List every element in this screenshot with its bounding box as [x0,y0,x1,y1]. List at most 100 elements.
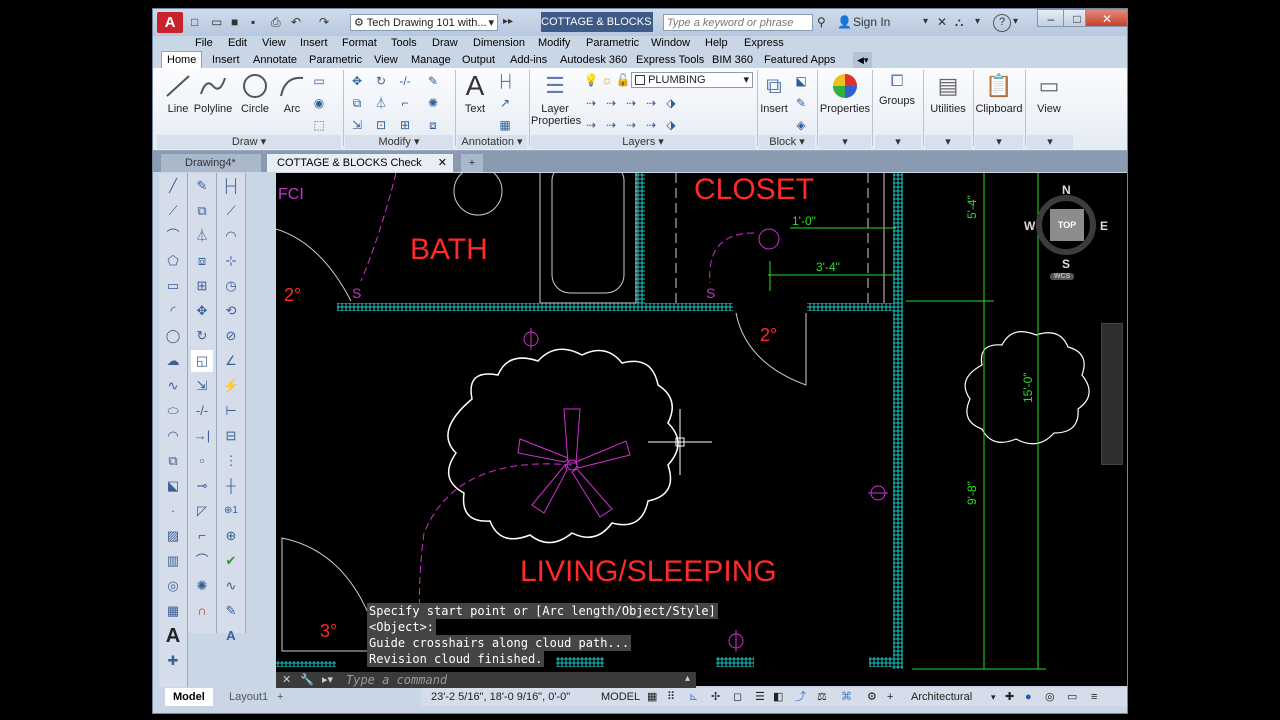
revcloud-tool-icon[interactable]: ☁ [162,350,184,372]
layer-properties-button[interactable]: ☰ Layer Properties [531,72,581,127]
utilities-panel-dropdown[interactable]: ▾ [925,135,971,149]
tolerance-tool-icon[interactable]: ⊕1 [220,500,242,522]
quick-properties-icon[interactable]: ✚ [1005,688,1014,706]
angular-dim-tool-icon[interactable]: ∠ [220,350,242,372]
navigation-bar[interactable] [1101,323,1123,465]
explode-icon[interactable]: ✺ [425,96,441,110]
offset-icon[interactable]: ⧈ [425,118,441,132]
tab-layout1[interactable]: Layout1 [223,688,274,706]
layer-tool-icon[interactable]: ⬗ [663,96,679,110]
groups-panel-dropdown[interactable]: ▾ [875,135,921,149]
line-button[interactable]: Line [161,72,195,115]
circle-tool-icon[interactable]: ◯ [162,325,184,347]
extend-tool-icon[interactable]: →| [191,425,213,447]
chamfer-tool-icon[interactable]: ◸ [191,500,213,522]
tab-model[interactable]: Model [165,688,213,706]
rectangle-tool-icon[interactable]: ▭ [162,275,184,297]
ellipse-tool-icon[interactable]: ⬭ [162,400,184,422]
hatch-icon[interactable]: ◉ [311,96,327,110]
layer-freeze-icon[interactable]: ☼ [599,73,615,87]
menu-window[interactable]: Window [651,36,690,51]
menu-dimension[interactable]: Dimension [473,36,525,51]
ordinate-tool-icon[interactable]: ⊹ [220,250,242,272]
viewcube-top-face[interactable]: TOP [1050,209,1084,241]
baseline-dim-tool-icon[interactable]: ⊢ [220,400,242,422]
polygon-tool-icon[interactable]: ⬠ [162,250,184,272]
xline-tool-icon[interactable]: ⟋ [162,200,184,222]
diameter-dim-tool-icon[interactable]: ⊘ [220,325,242,347]
insert-block-button[interactable]: ⧉ Insert [759,72,789,115]
customize-icon[interactable]: 🔧 [300,673,314,686]
magnet-tool-icon[interactable]: ∩ [191,600,213,622]
block-attr-icon[interactable]: ◈ [793,118,809,132]
line-tool-icon[interactable]: ╱ [162,175,184,197]
tab-manage[interactable]: Manage [411,52,451,68]
clean-screen-icon[interactable]: ▭ [1067,688,1077,706]
array-tool-icon[interactable]: ⊞ [191,275,213,297]
undo-icon[interactable]: ↶ [291,14,301,30]
draw-panel-label[interactable]: Draw ▾ [157,135,341,149]
layers-panel-label[interactable]: Layers ▾ [531,135,755,149]
close-command-icon[interactable]: ✕ [282,673,291,686]
menu-file[interactable]: File [195,36,213,51]
inspect-tool-icon[interactable]: ✔ [220,550,242,572]
layer-tool-icon[interactable]: ⇢ [583,96,599,110]
osnap-icon[interactable]: ◻ [733,688,742,706]
coordinates-readout[interactable]: 23'-2 5/16", 18'-0 9/16", 0'-0" [431,688,570,706]
layer-tool-icon[interactable]: ⇢ [603,96,619,110]
menu-edit[interactable]: Edit [228,36,247,51]
exchange-icon[interactable]: ✕ [937,14,947,30]
region-tool-icon[interactable]: ◎ [162,575,184,597]
menu-help[interactable]: Help [705,36,728,51]
add-selected-tool-icon[interactable]: ✚ [162,650,184,672]
menu-tools[interactable]: Tools [391,36,417,51]
annotation-visibility-icon[interactable]: ⌘ [841,688,852,706]
polyline-button[interactable]: Polyline [193,72,233,115]
erase-tool-icon[interactable]: ✎ [191,175,213,197]
add-layout-button[interactable]: + [277,688,283,706]
save-as-icon[interactable]: ▪ [251,14,255,30]
chevron-down-icon[interactable]: ▾ [991,688,996,706]
view-panel-dropdown[interactable]: ▾ [1027,135,1073,149]
new-tab-button[interactable]: + [461,154,483,172]
tab-output[interactable]: Output [462,52,495,68]
tab-view[interactable]: View [374,52,398,68]
new-icon[interactable]: □ [191,14,198,30]
center-mark-tool-icon[interactable]: ⊕ [220,525,242,547]
mtext-tool-icon[interactable]: A [162,625,184,647]
layer-tool-icon[interactable]: ⇢ [623,118,639,132]
menu-insert[interactable]: Insert [300,36,328,51]
dim-edit-tool-icon[interactable]: ✎ [220,600,242,622]
menu-format[interactable]: Format [342,36,377,51]
blend-tool-icon[interactable]: ⌒ [191,550,213,572]
radius-dim-tool-icon[interactable]: ◷ [220,275,242,297]
fillet-icon[interactable]: ⌐ [397,96,413,110]
tab-bim-360[interactable]: BIM 360 [712,52,753,68]
tab-drawing4[interactable]: Drawing4* [161,154,261,172]
customization-icon[interactable]: ≡ [1091,688,1097,706]
tab-insert[interactable]: Insert [212,52,240,68]
tab-add-ins[interactable]: Add-ins [510,52,547,68]
transparency-icon[interactable]: ◧ [773,688,783,706]
arc-button[interactable]: Arc [275,72,309,115]
wcs-menu[interactable]: WCS [1050,273,1075,280]
clipboard-panel-dropdown[interactable]: ▾ [975,135,1023,149]
create-block-icon[interactable]: ⬕ [793,74,809,88]
make-block-tool-icon[interactable]: ⬕ [162,475,184,497]
sign-in-link[interactable]: Sign In [853,14,890,30]
rotate-tool-icon[interactable]: ↻ [191,325,213,347]
copy-tool-icon[interactable]: ⧉ [191,200,213,222]
workspace-combo[interactable]: ⚙ Tech Drawing 101 with... ▾ [350,14,498,31]
utilities-button[interactable]: ▤ Utilities [925,72,971,115]
move-tool-icon[interactable]: ✥ [191,300,213,322]
mirror-tool-icon[interactable]: ⏃ [191,225,213,247]
application-menu-button[interactable]: A [157,12,183,33]
tab-parametric[interactable]: Parametric [309,52,362,68]
fillet-tool-icon[interactable]: ⌐ [191,525,213,547]
menu-draw[interactable]: Draw [432,36,458,51]
gradient-tool-icon[interactable]: ▥ [162,550,184,572]
snap-icon[interactable]: ⠿ [667,688,675,706]
more-qat-icon[interactable]: ▸▸ [503,14,513,30]
layer-tool-icon[interactable]: ⇢ [623,96,639,110]
search-input[interactable]: Type a keyword or phrase [663,14,813,31]
